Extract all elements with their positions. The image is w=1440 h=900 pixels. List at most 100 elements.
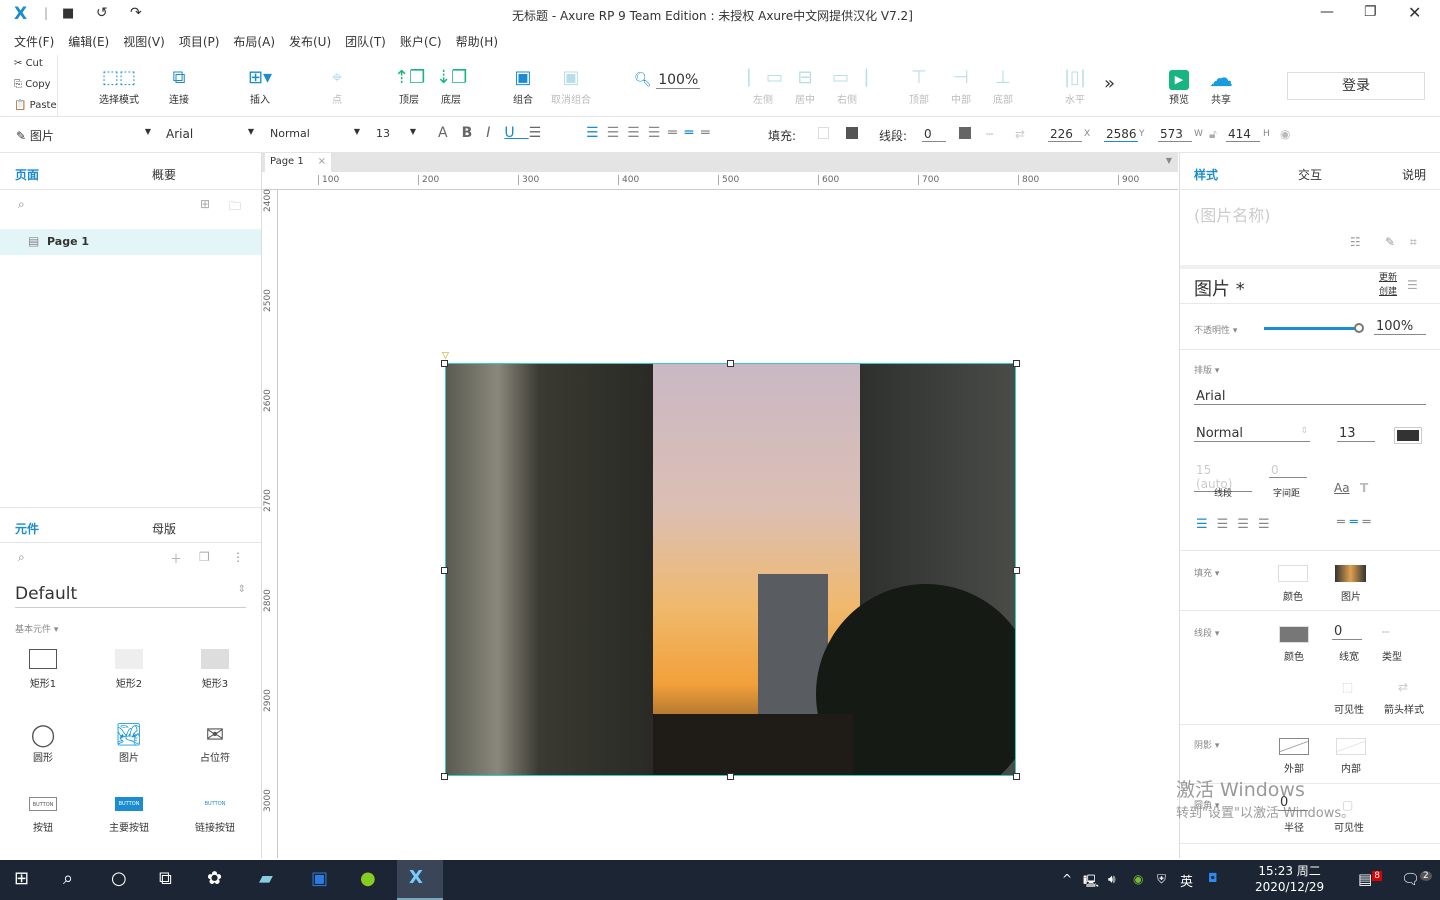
point-button[interactable]: ⌖ 点 [322,65,352,106]
login-button[interactable]: 登录 [1287,72,1425,100]
adjust-icon[interactable]: ☷ [1350,235,1361,249]
outer-shadow-button[interactable] [1279,738,1309,755]
align-center-button[interactable]: ⊟ 居中 [790,65,820,106]
resize-handle[interactable] [441,567,448,574]
app-axure-taskbar-button[interactable]: X [397,860,443,900]
fill-image-swatch[interactable] [846,127,858,139]
fill-color-button[interactable] [1278,565,1308,582]
stroke-color-button[interactable] [1279,626,1309,643]
widget-2[interactable]: 矩形2 [99,649,159,690]
menu-project[interactable]: 项目(P) [179,30,220,54]
group-button[interactable]: ▣ 组合 [508,65,538,106]
letter-spacing-input[interactable]: 0 [1269,463,1307,478]
start-windows-icon[interactable]: ⊞ [14,868,29,889]
corner-visibility-icon[interactable]: ▢ [1342,798,1353,812]
restore-button[interactable]: ❐ [1364,4,1377,20]
add-folder-icon[interactable]: 🗀︎ [229,197,241,218]
distribute-horizontal-button[interactable]: |▯| 水平 [1060,65,1090,106]
add-library-icon[interactable]: ＋ [170,550,182,567]
resize-handle[interactable] [727,773,734,780]
tab-notes[interactable]: 说明 [1402,166,1426,183]
font-color-swatch[interactable] [1394,427,1422,444]
menu-arrange[interactable]: 布局(A) [233,30,275,54]
clock[interactable]: 15:23 周二 2020/12/29 [1255,863,1324,895]
menu-team[interactable]: 团队(T) [345,30,386,54]
send-to-back-button[interactable]: ⇣❐ 底层 [436,65,467,106]
fill-label[interactable]: 填充 ▾ [1194,566,1219,579]
preview-button[interactable]: ▶ 预览 [1164,65,1194,106]
widget-4[interactable]: ◯ 圆形 [13,723,73,764]
library-copy-icon[interactable]: ❐ [199,550,210,564]
stroke-visibility-icon[interactable]: ⬚ [1342,680,1353,694]
font-weight-select[interactable]: Normal ▼ [270,127,360,140]
redo-icon[interactable]: ↷ [130,5,142,21]
widget-6[interactable]: ✉ 占位符 [185,723,245,764]
more-chevron-icon[interactable]: » [1104,73,1115,94]
qq-app-icon[interactable]: ◘ [1208,871,1218,885]
menu-edit[interactable]: 编辑(E) [68,30,109,54]
fill-image-button[interactable] [1335,565,1366,582]
text-style-buttons[interactable]: ABIU☰ [438,125,555,141]
stroke-width-input[interactable]: 0 [922,127,946,142]
font-size-select[interactable]: 13 ▼ [376,127,416,140]
stroke-pattern-icon[interactable]: ┄ [986,127,993,141]
font-select[interactable]: Arial ▼ [166,127,254,141]
action-center-icon[interactable]: 🗨︎ 2 [1401,870,1432,888]
font-weight-select[interactable]: Normal ⇕ [1194,426,1310,442]
zoom-control[interactable]: 🔍︎ 100% [634,72,701,89]
y-input[interactable]: 2586 [1104,127,1138,142]
menu-account[interactable]: 账户(C) [400,30,442,54]
text-shadow-icon[interactable]: T [1360,481,1368,495]
inspector-vertical-align[interactable]: ═══ [1337,515,1375,530]
notes-app-icon[interactable]: ▤ 8 [1358,870,1382,888]
select-mode-button[interactable]: ⬚⬚ 选择模式 [84,65,154,106]
page-item-page-1[interactable]: ▤ Page 1 [0,229,261,255]
style-select[interactable]: ✎ 图片 ▼ [16,127,151,144]
cut-button[interactable]: ✂ Cut [14,58,43,69]
paste-button[interactable]: 📋 Paste [14,100,57,111]
x-input[interactable]: 226 [1048,127,1082,142]
tab-widgets[interactable]: 元件 [15,520,39,537]
crop-icon[interactable]: ⌗ [1410,235,1417,250]
resize-handle[interactable] [1013,360,1020,367]
widget-7[interactable]: BUTTON 按钮 [13,797,73,834]
font-family-select[interactable]: Arial [1194,389,1426,405]
height-input[interactable]: 414 [1226,127,1260,142]
share-button[interactable]: ☁ 共享 [1204,65,1238,106]
insert-button[interactable]: ⊞▾ 插入 [240,65,280,106]
text-align-buttons[interactable]: ☰☰☰☰═══ [586,125,718,141]
menu-view[interactable]: 视图(V) [123,30,165,54]
ime-indicator[interactable]: 英 [1180,871,1193,890]
typography-label[interactable]: 排版 ▾ [1194,363,1219,376]
bring-to-front-button[interactable]: ⇡❐ 顶层 [394,65,425,106]
save-icon[interactable]: ■ [62,6,74,21]
lock-icon[interactable]: 🔓︎ [1209,127,1217,142]
app-green-icon[interactable]: ● [360,868,376,889]
stroke-type-icon[interactable]: ┄ [1382,625,1389,639]
widget-name-input[interactable]: (图片名称) [1194,202,1271,226]
widget-search-icon[interactable]: ⌕ [18,550,25,565]
app-notepad-icon[interactable]: ▰ [259,868,273,889]
resize-handle[interactable] [441,773,448,780]
width-input[interactable]: 573 [1158,127,1192,142]
menu-help[interactable]: 帮助(H) [456,30,498,54]
resize-handle[interactable] [1013,567,1020,574]
fill-color-swatch[interactable] [818,127,829,139]
search-icon[interactable]: ⌕ [18,197,25,212]
page-tab[interactable]: Page 1 × [265,153,331,172]
stroke-width-input[interactable]: 0 [1332,624,1362,640]
inspector-text-align[interactable]: ☰☰☰☰ [1196,517,1279,532]
stroke-color-swatch[interactable] [959,127,971,139]
widget-5[interactable]: 🏞︎ 图片 [99,723,159,764]
ungroup-button[interactable]: ▣ 取消组合 [548,65,594,106]
connect-button[interactable]: ⧉ 连接 [162,65,196,106]
arrow-style-icon[interactable]: ⇄ [1015,127,1025,141]
update-create-links[interactable]: 更新 创建 [1379,271,1397,299]
tab-style[interactable]: 样式 [1194,166,1218,183]
corner-radius-input[interactable]: 0 [1278,795,1308,811]
menu-file[interactable]: 文件(F) [14,30,54,54]
edit-pen-icon[interactable]: ✎ [1385,235,1395,249]
menu-publish[interactable]: 发布(U) [289,30,331,54]
more-icon[interactable]: ⋮ [232,550,244,564]
volume-icon[interactable]: 🔊︎ [1108,872,1116,887]
